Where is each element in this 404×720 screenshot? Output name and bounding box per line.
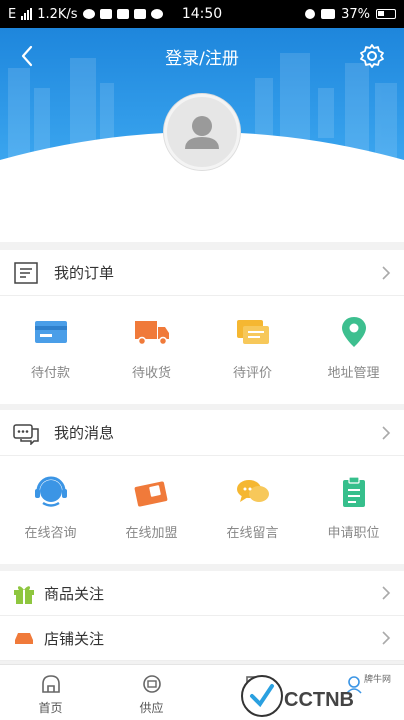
order-pending-review[interactable]: 待评价	[202, 296, 303, 404]
truck-icon	[132, 312, 172, 352]
order-pending-receipt[interactable]: 待收货	[101, 296, 202, 404]
online-join[interactable]: 在线加盟	[101, 456, 202, 564]
app-notification-icon	[150, 9, 163, 19]
comment-list-icon	[233, 312, 273, 352]
product-follow-row[interactable]: 商品关注	[0, 571, 404, 616]
avatar[interactable]	[164, 94, 240, 170]
watermark-logo: CCTNB 牌牛网	[241, 673, 391, 717]
tag-notification-icon	[133, 9, 146, 19]
battery-percent: 37%	[341, 6, 370, 22]
online-message-label: 在线留言	[226, 526, 279, 541]
headset-icon	[31, 472, 71, 512]
battery-icon	[376, 9, 396, 19]
tab-home[interactable]: 首页	[0, 665, 101, 720]
profile-header: 登录/注册	[0, 28, 404, 242]
clipboard-icon	[334, 472, 374, 512]
chevron-right-icon	[382, 265, 391, 280]
follows-section: 商品关注 店铺关注	[0, 571, 404, 661]
apply-position[interactable]: 申请职位	[303, 456, 404, 564]
chevron-right-icon	[382, 586, 391, 600]
home-icon	[41, 675, 60, 693]
chevron-left-icon	[21, 45, 33, 67]
location-pin-icon	[334, 312, 374, 352]
settings-button[interactable]	[358, 42, 386, 70]
gift-icon	[14, 586, 34, 604]
card-icon	[31, 312, 71, 352]
chevron-right-icon	[382, 631, 391, 645]
address-management[interactable]: 地址管理	[303, 296, 404, 404]
message-notification-icon	[82, 9, 95, 19]
apply-position-label: 申请职位	[327, 526, 380, 541]
online-message[interactable]: 在线留言	[202, 456, 303, 564]
online-consult-label: 在线咨询	[24, 526, 77, 541]
tab-supply-label: 供应	[139, 701, 164, 715]
order-pending-receipt-label: 待收货	[131, 366, 171, 381]
chevron-right-icon	[382, 425, 391, 440]
wifi-icon	[321, 9, 336, 19]
tab-home-label: 首页	[38, 701, 63, 715]
mute-icon	[305, 9, 316, 19]
order-pending-review-label: 待评价	[232, 366, 272, 381]
gear-icon	[360, 44, 384, 68]
shop-icon	[15, 633, 33, 644]
watermark-text: CCTNB	[284, 689, 354, 711]
online-join-label: 在线加盟	[125, 526, 178, 541]
wechat-notification-icon	[99, 9, 112, 19]
messages-header[interactable]: 我的消息	[0, 410, 404, 456]
order-pending-payment-label: 待付款	[30, 366, 70, 381]
receipt-icon	[14, 261, 38, 284]
supply-icon	[142, 675, 161, 693]
back-button[interactable]	[14, 42, 42, 70]
status-bar: E 1.2K/s 14:50 37%	[0, 0, 404, 28]
order-pending-payment[interactable]: 待付款	[0, 296, 101, 404]
orders-section: 我的订单 待付款 待收货 待评价 地址管理	[0, 250, 404, 404]
address-management-label: 地址管理	[327, 366, 380, 381]
user-silhouette-icon	[185, 116, 219, 149]
chat-dots-icon	[13, 423, 39, 445]
wallet-icon	[132, 472, 172, 512]
page-title: 登录/注册	[165, 49, 239, 69]
orders-title: 我的订单	[54, 264, 115, 282]
shop-follow-label: 店铺关注	[44, 629, 105, 648]
network-speed: 1.2K/s	[37, 6, 78, 22]
signal-icon	[21, 8, 33, 20]
tab-supply[interactable]: 供应	[101, 665, 202, 720]
chat-bubbles-icon	[233, 472, 273, 512]
product-follow-label: 商品关注	[44, 584, 105, 603]
messages-title: 我的消息	[54, 424, 115, 442]
online-consult[interactable]: 在线咨询	[0, 456, 101, 564]
mail-notification-icon	[116, 9, 129, 19]
orders-header[interactable]: 我的订单	[0, 250, 404, 296]
messages-section: 我的消息 在线咨询 在线加盟 在线留言 申请职位	[0, 410, 404, 564]
network-type: E	[8, 6, 17, 22]
shop-follow-row[interactable]: 店铺关注	[0, 616, 404, 661]
watermark-subtext: 牌牛网	[364, 673, 391, 685]
